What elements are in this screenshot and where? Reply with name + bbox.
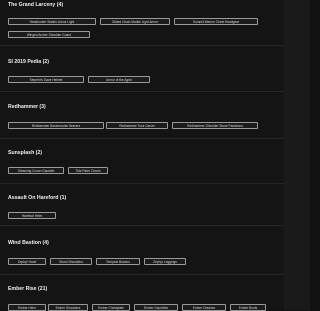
item-chip[interactable]: Gilded Chain Mantle Light Armor	[100, 18, 170, 25]
item-chip[interactable]: Tide Rider Charm	[68, 167, 108, 174]
bundle-group: Wind Bastion (4) Zephyr Hood Storm Shoul…	[0, 236, 284, 275]
item-chip[interactable]: Summit Warrior Chest Headgear	[174, 18, 258, 25]
group-title: Redhammer (3)	[8, 104, 46, 110]
item-chip[interactable]: Serpent's Gaze Helmet	[8, 76, 84, 83]
item-chip[interactable]: Redhammer Shoulder Stone Pauldrons	[172, 122, 258, 129]
group-title: Assault On Hareford (1)	[8, 195, 67, 201]
bundle-group: Assault On Hareford (1) Harefoot Helm	[0, 191, 284, 226]
bundle-group: The Grand Larceny (4) Headhunter Stalker…	[0, 0, 284, 46]
item-chip[interactable]: Armor of the Aged	[88, 76, 150, 83]
item-chip[interactable]: Redhammer Tusk Carver	[106, 122, 168, 129]
item-chip[interactable]: Harefoot Helm	[8, 212, 56, 219]
group-title: Sunsplash (2)	[8, 150, 43, 156]
item-chip[interactable]: Winged Archer Shoulder Guard	[8, 31, 90, 38]
scrollbar-track[interactable]	[284, 0, 310, 310]
item-chip[interactable]: Zephyr Hood	[8, 258, 46, 265]
item-chip[interactable]: Headhunter Stalker Armor Light	[8, 18, 96, 25]
item-chip[interactable]: Zephyr Leggings	[144, 258, 186, 265]
item-chip[interactable]: Storm Shoulders	[50, 258, 92, 265]
group-title: The Grand Larceny (4)	[8, 2, 64, 8]
bundle-list: The Grand Larceny (4) Headhunter Stalker…	[0, 0, 284, 311]
group-title: SI 2019 Pedia (2)	[8, 59, 49, 65]
bundle-group: Sunsplash (2) Gleaming Crown Gauntlet Ti…	[0, 145, 284, 184]
bundle-group: SI 2019 Pedia (2) Serpent's Gaze Helmet …	[0, 55, 284, 92]
item-chip[interactable]: Tempest Bracers	[96, 258, 140, 265]
group-title: Wind Bastion (4)	[8, 240, 49, 246]
bundle-group: Ember Rise (21) Ember Helm Ember Shoulde…	[0, 282, 284, 311]
bundle-group: Redhammer (3) Redhammer Bonecrusher Brac…	[0, 100, 284, 139]
item-chip[interactable]: Redhammer Bonecrusher Bracers	[8, 122, 104, 129]
item-chip[interactable]: Gleaming Crown Gauntlet	[8, 167, 64, 174]
group-title: Ember Rise (21)	[8, 286, 48, 292]
